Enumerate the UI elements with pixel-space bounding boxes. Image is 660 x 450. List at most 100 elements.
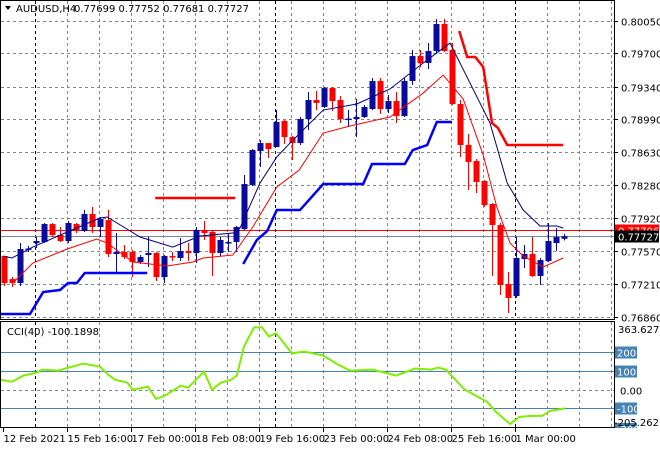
candle [209, 229, 216, 276]
candle [409, 50, 416, 85]
candle [393, 92, 400, 124]
cci-max-label: 363.627 [618, 325, 659, 336]
candle-body [193, 229, 200, 253]
candle [1, 256, 8, 287]
candle [161, 255, 168, 284]
candle-body [97, 219, 104, 228]
ma-slow-line [12, 74, 564, 284]
candle [537, 257, 544, 285]
x-tick-label: 18 Feb 08:00 [196, 434, 262, 445]
cci-level-label: 100 [617, 368, 636, 379]
candle [385, 95, 392, 114]
main-panel-frame [0, 0, 615, 320]
x-tick-label: 24 Feb 08:00 [388, 434, 454, 445]
candle [529, 237, 536, 278]
candle [337, 96, 344, 124]
y-tick-label: 0.79700 [621, 50, 660, 61]
candle-body [377, 80, 384, 110]
candle [249, 148, 256, 187]
candle [257, 139, 264, 167]
candle [145, 237, 152, 267]
candle-body [321, 88, 328, 107]
candle-body [113, 252, 120, 255]
candle-body [417, 56, 424, 64]
candle-body [409, 56, 416, 81]
x-tick-label: 25 Feb 16:00 [452, 434, 518, 445]
candle-body [161, 256, 168, 278]
candle [481, 179, 488, 207]
candle [289, 136, 296, 161]
x-tick-label: 12 Feb 2021 [4, 434, 66, 445]
candle-body [41, 224, 48, 243]
cci-level-label: 200 [617, 349, 636, 360]
candle-body [545, 241, 552, 262]
candle-body [465, 145, 472, 162]
candle [401, 78, 408, 117]
candle [201, 220, 208, 240]
y-tick-label: 0.77210 [621, 281, 660, 292]
candle [417, 50, 424, 67]
candle-body [177, 251, 184, 258]
axes: 0.80050 0.79700 0.79340 0.78990 0.78630 0.782… [3, 18, 660, 445]
candle [433, 19, 440, 53]
y-tick-label: 0.77570 [621, 248, 660, 259]
price-line-label: 0.77727 [618, 233, 659, 244]
candle [97, 216, 104, 238]
candle [457, 100, 464, 157]
y-tick-label: 0.77920 [621, 215, 660, 226]
candle [361, 105, 368, 119]
candle-body [281, 120, 288, 138]
candle-body [449, 50, 456, 105]
candle-body [481, 180, 488, 206]
candle [169, 252, 176, 262]
candle-body [265, 143, 272, 149]
candle-body [249, 150, 256, 185]
candle [193, 227, 200, 264]
candle-body [137, 256, 144, 262]
candle [497, 223, 504, 296]
candle [225, 233, 232, 253]
candle [217, 237, 224, 257]
candle [9, 277, 16, 288]
candle-body [361, 106, 368, 117]
candle-body [81, 214, 88, 231]
cci-min-label: -205.2621 [614, 418, 660, 429]
candle-body [497, 225, 504, 285]
candle-body [305, 100, 312, 120]
candle-body [561, 236, 568, 239]
candle-body [369, 80, 376, 110]
y-tick-label: 0.76860 [621, 314, 660, 325]
candle [465, 134, 472, 190]
candle [177, 238, 184, 262]
candle-body [433, 24, 440, 52]
candle-body [217, 239, 224, 253]
candle [41, 223, 48, 244]
candle-body [169, 256, 176, 258]
candle-body [49, 224, 56, 235]
price-chart[interactable]: 0.80050 0.79700 0.79340 0.78990 0.78630 0.782… [0, 0, 660, 450]
triangle-down-icon[interactable] [5, 6, 11, 10]
candle [153, 252, 160, 281]
cci-zero-label: 0.00 [620, 387, 642, 398]
y-tick-label: 0.79340 [621, 84, 660, 95]
candle [505, 271, 512, 314]
y-tick-label: 0.80050 [621, 18, 660, 29]
candle [553, 228, 560, 252]
candle [329, 87, 336, 112]
candle [513, 237, 520, 298]
candle [377, 78, 384, 115]
candle [321, 87, 328, 108]
candle [113, 233, 120, 274]
candle [49, 223, 56, 238]
candle-body [457, 104, 464, 146]
x-tick-label: 15 Feb 16:00 [68, 434, 134, 445]
candle-body [385, 101, 392, 110]
candle-body [201, 229, 208, 234]
candle [473, 159, 480, 194]
candle-body [505, 284, 512, 298]
candle-body [489, 204, 496, 226]
candle-body [553, 237, 560, 244]
ohlc-readout: 0.77699 0.77752 0.77681 0.77727 [74, 4, 249, 15]
candle-body [225, 242, 232, 244]
candle [273, 110, 280, 148]
